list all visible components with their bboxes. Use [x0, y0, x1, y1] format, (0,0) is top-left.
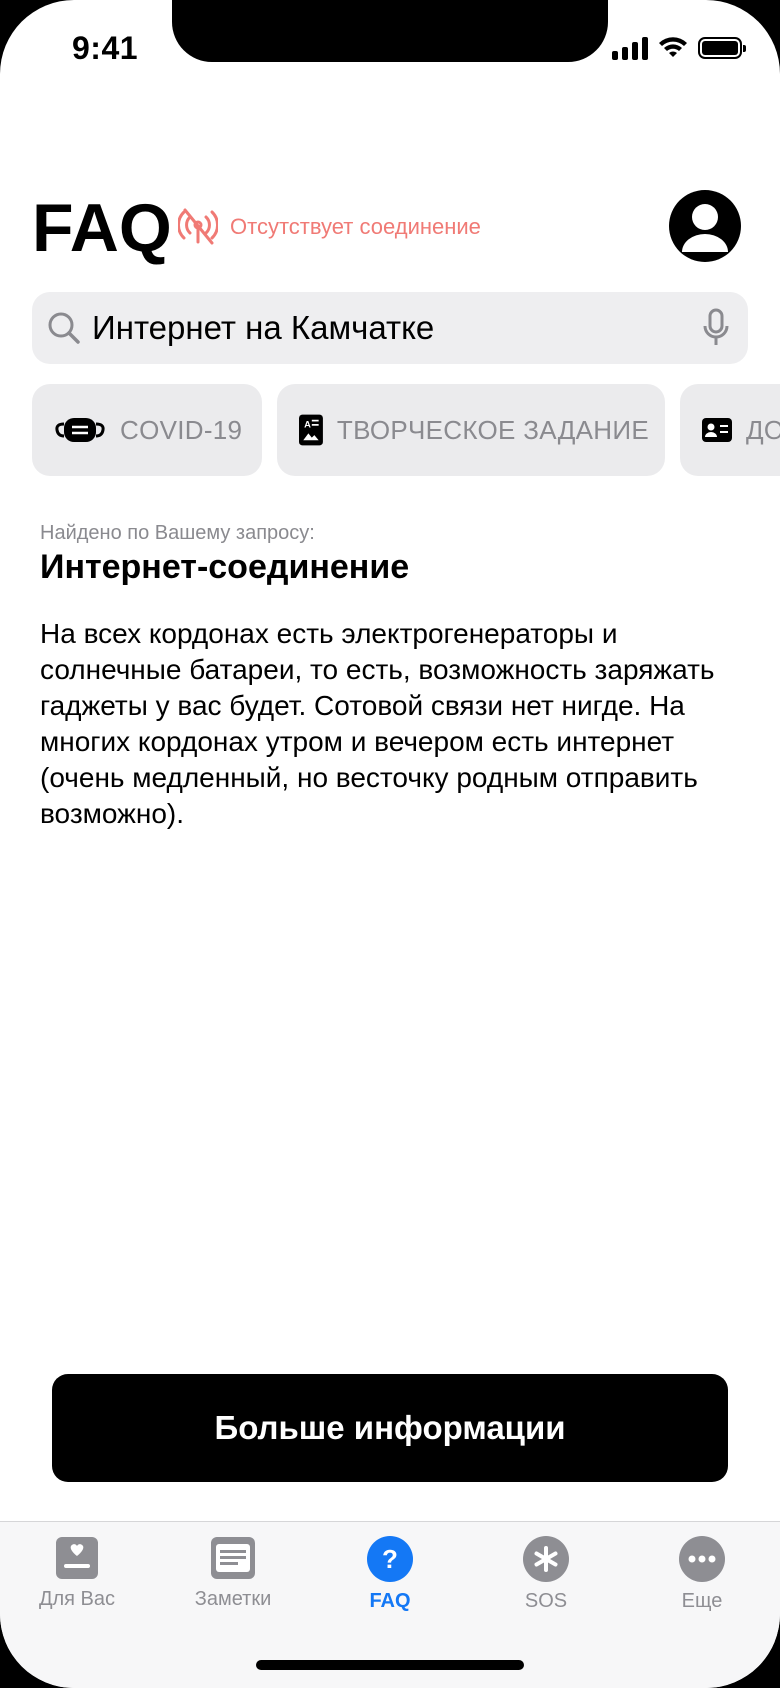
more-info-button[interactable]: Больше информации	[52, 1374, 728, 1482]
tab-label: Заметки	[194, 1588, 272, 1610]
result-title: Интернет-соединение	[40, 548, 410, 586]
connection-status: Отсутствует соединение	[178, 208, 481, 246]
device-notch	[172, 0, 608, 62]
search-bar[interactable]	[32, 292, 748, 364]
tab-faq[interactable]: ? FAQ	[330, 1536, 450, 1613]
microphone-icon[interactable]	[702, 308, 730, 348]
sos-icon	[523, 1536, 569, 1582]
connection-status-text: Отсутствует соединение	[230, 214, 481, 239]
result-body: На всех кордонах есть электрогенераторы …	[40, 618, 715, 829]
tab-label: Для Вас	[38, 1588, 116, 1610]
for-you-icon	[56, 1537, 98, 1579]
phone-screen: 9:41 FAQ Отсутствует соединение Интернет…	[0, 0, 780, 1688]
chip-label: COVID-19	[120, 414, 243, 445]
wifi-icon	[659, 37, 687, 57]
search-input[interactable]	[92, 292, 672, 364]
tab-label: FAQ	[369, 1590, 411, 1612]
tab-notes[interactable]: Заметки	[173, 1536, 293, 1611]
battery-icon	[698, 37, 746, 59]
chip-label: ДО	[746, 414, 780, 445]
id-card-icon	[702, 418, 732, 442]
svg-text:?: ?	[382, 1544, 398, 1574]
tab-label: Еще	[681, 1590, 723, 1612]
chip-documents[interactable]: ДО	[680, 384, 780, 476]
search-icon	[48, 312, 80, 344]
category-chips: COVID-19 A ТВОРЧЕСКОЕ ЗАДАНИЕ ДО	[32, 384, 780, 476]
chip-label: ТВОРЧЕСКОЕ ЗАДАНИЕ	[336, 414, 649, 445]
cellular-signal-icon	[612, 36, 648, 60]
more-icon	[679, 1536, 725, 1582]
status-icons	[612, 36, 746, 60]
tab-more[interactable]: Еще	[642, 1536, 762, 1613]
svg-text:A: A	[304, 418, 311, 429]
notes-icon	[211, 1537, 255, 1579]
user-icon	[682, 204, 728, 252]
question-icon: ?	[367, 1536, 413, 1582]
mask-icon	[55, 418, 105, 442]
creative-task-icon: A	[299, 414, 323, 446]
tab-for-you[interactable]: Для Вас	[17, 1536, 137, 1611]
chip-covid[interactable]: COVID-19	[32, 384, 262, 476]
chip-creative-task[interactable]: A ТВОРЧЕСКОЕ ЗАДАНИЕ	[277, 384, 665, 476]
found-label: Найдено по Вашему запросу:	[40, 522, 315, 544]
tab-sos[interactable]: SOS	[486, 1536, 606, 1613]
profile-avatar-button[interactable]	[669, 190, 741, 262]
tab-label: SOS	[524, 1590, 568, 1612]
home-indicator[interactable]	[256, 1660, 524, 1670]
no-signal-icon	[178, 208, 218, 245]
page-title: FAQ	[32, 190, 172, 266]
status-time: 9:41	[72, 30, 139, 66]
